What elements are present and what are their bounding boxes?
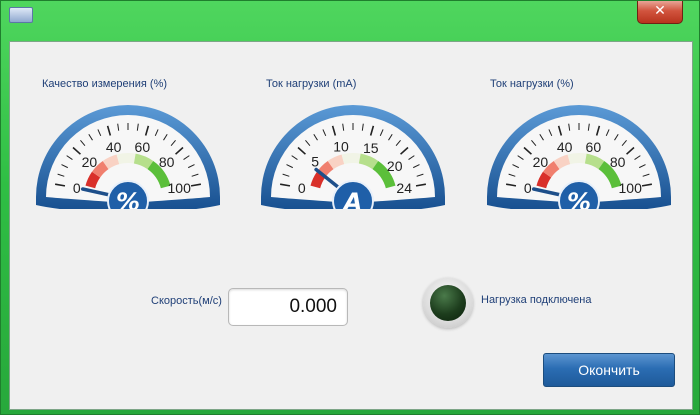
gauge-tick-label: 60	[135, 139, 151, 155]
gauge-tick-label: 5	[311, 153, 319, 169]
gauge-current-ma-label: Ток нагрузки (mA)	[266, 78, 357, 90]
gauge-current-pct: 020 40 60 80 100%	[487, 105, 671, 209]
load-indicator-label: Нагрузка подключена	[481, 294, 592, 306]
gauge-unit-symbol: %	[567, 188, 591, 209]
gauge-tick-label: 15	[363, 140, 379, 156]
app-icon	[9, 7, 33, 23]
gauge-tick-label: 20	[82, 154, 98, 170]
speed-field[interactable]: 0.000	[228, 288, 348, 326]
gauge-tick-label: 80	[159, 154, 175, 170]
gauge-tick-label: 40	[557, 139, 573, 155]
gauge-tick-label: 0	[73, 180, 81, 196]
finish-button[interactable]: Окончить	[543, 353, 675, 387]
gauge-current-ma: 05 10 15 20 24 A	[261, 105, 445, 209]
gauge-current-pct-label: Ток нагрузки (%)	[490, 78, 574, 90]
gauge-tick-label: 20	[387, 158, 403, 174]
client-area: Качество измерения (%) 0 20 40 60 80 100% Ток…	[9, 41, 693, 410]
load-indicator-led	[430, 285, 466, 321]
gauge-quality: 020 40 60 80 100%	[36, 105, 220, 209]
gauge-quality-label: Качество измерения (%)	[42, 78, 168, 90]
gauge-unit-symbol: %	[116, 188, 140, 209]
gauge-tick-label: 24	[396, 180, 412, 196]
gauge-tick-label: 100	[619, 180, 643, 196]
gauge-tick-label: 0	[524, 180, 532, 196]
close-button[interactable]: ✕	[637, 1, 683, 24]
gauge-tick-label: 100	[168, 180, 192, 196]
load-indicator	[423, 278, 473, 328]
gauge-unit-symbol: A	[342, 188, 363, 209]
gauge-tick-label: 10	[333, 138, 349, 154]
gauge-tick-label: 80	[610, 154, 626, 170]
speed-label: Скорость(м/с)	[151, 295, 222, 307]
app-window: ✕ Качество измерения (%) 0 20 40 60 80 100% Т…	[0, 0, 700, 415]
gauge-tick-label: 40	[106, 139, 122, 155]
gauge-tick-label: 0	[298, 180, 306, 196]
gauge-tick-label: 20	[533, 154, 549, 170]
gauge-range-band	[341, 153, 361, 165]
gauge-tick-label: 60	[586, 139, 602, 155]
